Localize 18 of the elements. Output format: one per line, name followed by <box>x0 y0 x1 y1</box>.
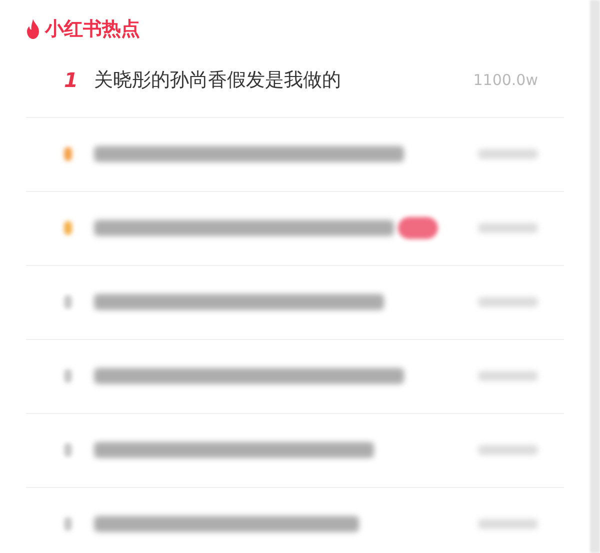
blurred-title[interactable] <box>94 368 404 384</box>
blurred-title[interactable] <box>94 294 384 310</box>
heat-count: 1100.0w <box>473 70 538 91</box>
blurred-heat <box>478 371 538 381</box>
topic-title[interactable]: 关晓彤的孙尚香假发是我做的 <box>94 66 474 94</box>
blurred-heat <box>478 149 538 159</box>
blurred-title[interactable] <box>94 442 374 458</box>
blurred-heat <box>478 223 538 233</box>
blurred-heat <box>478 297 538 307</box>
blurred-heat <box>478 445 538 455</box>
scrollbar[interactable] <box>590 0 600 553</box>
header-title: 小红书热点 <box>45 17 140 42</box>
flame-icon <box>25 19 41 40</box>
blurred-title[interactable] <box>94 146 404 162</box>
blurred-title[interactable] <box>94 220 394 236</box>
blurred-title[interactable] <box>94 516 359 532</box>
blurred-heat <box>478 519 538 529</box>
rank-number: 1 <box>64 67 79 94</box>
